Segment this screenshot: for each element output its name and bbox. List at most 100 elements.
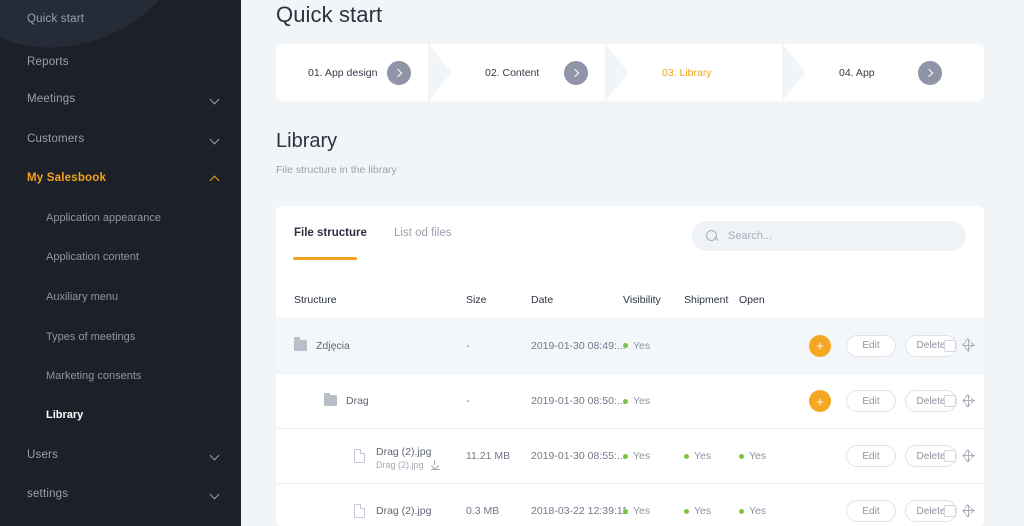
column-header-visibility: Visibility [623, 294, 661, 306]
sidebar-item-customers[interactable]: Customers [0, 126, 241, 152]
row-select-checkbox[interactable] [944, 339, 956, 352]
status-label: Yes [749, 505, 767, 517]
status-label: Yes [633, 395, 651, 407]
search-box[interactable] [692, 221, 966, 251]
status-dot-icon [739, 508, 744, 514]
file-download-row[interactable]: Drag (2).jpg [376, 460, 440, 470]
step-label: 02. Content [485, 66, 540, 79]
chevron-down-icon [210, 489, 221, 500]
folder-name: Zdjęcia [316, 339, 350, 352]
sidebar-subitem-library[interactable]: Library [0, 403, 241, 427]
status-dot-icon [684, 453, 689, 459]
step-label: 01. App design [308, 66, 378, 79]
row-drag-handle-icon[interactable] [961, 338, 976, 353]
status-label: Yes [694, 505, 712, 517]
sidebar-item-reports[interactable]: Reports [0, 49, 241, 75]
cell-size: 0.3 MB [466, 505, 500, 517]
sidebar-item-label: Customers [27, 133, 85, 145]
sidebar-item-quick-start[interactable]: Quick start [0, 6, 241, 32]
row-select-checkbox[interactable] [944, 450, 956, 462]
status-badge-open: Yes [739, 450, 766, 462]
chevron-right-icon[interactable] [387, 60, 411, 85]
status-label: Yes [749, 450, 767, 462]
status-dot-icon [623, 343, 628, 348]
table-row[interactable]: Drag (2).jpg 0.3 MB 2018-03-22 12:39:11 Yes… [276, 483, 984, 526]
step-divider-chevron [782, 43, 809, 102]
table-header: Structure Size Date Visibility Shipment Open [276, 262, 984, 318]
cell-date: 2019-01-30 08:49:... [531, 339, 626, 352]
status-badge-open: Yes [739, 505, 766, 517]
chevron-right-icon[interactable] [564, 60, 588, 85]
folder-icon [324, 392, 337, 406]
chevron-up-icon [210, 173, 221, 184]
library-subheading: File structure in the library [276, 164, 397, 176]
status-badge-visibility: Yes [623, 450, 650, 462]
download-icon[interactable] [430, 460, 440, 470]
sidebar-subitem-marketing-consents[interactable]: Marketing consents [0, 364, 241, 388]
sidebar-subitem-types-of-meetings[interactable]: Types of meetings [0, 325, 241, 349]
row-select-checkbox[interactable] [944, 505, 956, 517]
chevron-down-icon [210, 134, 221, 145]
file-icon [354, 449, 365, 463]
column-header-shipment: Shipment [684, 294, 729, 306]
step-label: 04. App [839, 66, 875, 79]
status-label: Yes [633, 505, 651, 517]
row-add-button[interactable]: + [809, 390, 831, 412]
status-label: Yes [633, 339, 651, 352]
folder-name: Drag [346, 395, 369, 407]
quick-start-steps: 01. App design 02. Content 03. Library 04. … [276, 43, 984, 102]
sidebar-item-label: My Salesbook [27, 172, 107, 184]
sidebar: Quick start Reports Meetings Customers My Sa… [0, 0, 241, 526]
row-edit-button[interactable]: Edit [846, 445, 896, 467]
tab-file-structure[interactable]: File structure [294, 227, 367, 239]
step-4[interactable]: 04. App [807, 44, 984, 101]
table-row[interactable]: Drag -2019-01-30 08:50:... Yes + Edit Delete [276, 373, 984, 428]
folder-icon [294, 337, 307, 351]
file-download-label: Drag (2).jpg [376, 460, 424, 470]
status-badge-shipment: Yes [684, 450, 711, 462]
file-icon [354, 504, 365, 518]
cell-size: - [466, 395, 470, 407]
step-1[interactable]: 01. App design [276, 43, 455, 102]
row-edit-button[interactable]: Edit [846, 334, 896, 357]
step-3[interactable]: 03. Library [630, 43, 809, 102]
sidebar-item-label: Reports [27, 56, 69, 68]
sidebar-subitem-label: Application appearance [46, 212, 161, 224]
sidebar-item-users[interactable]: Users [0, 442, 241, 468]
row-edit-button[interactable]: Edit [846, 390, 896, 412]
step-divider-chevron [605, 43, 632, 102]
chevron-down-icon [210, 450, 221, 461]
tab-list-of-files[interactable]: List od files [394, 227, 452, 239]
row-select-checkbox[interactable] [944, 395, 956, 407]
file-name: Drag (2).jpg [376, 505, 432, 517]
status-dot-icon [623, 398, 628, 404]
search-input[interactable] [728, 230, 928, 242]
column-header-structure: Structure [294, 294, 337, 306]
sidebar-item-settings[interactable]: settings [0, 481, 241, 507]
step-2[interactable]: 02. Content [453, 43, 632, 102]
status-badge-visibility: Yes [623, 340, 650, 352]
status-label: Yes [633, 450, 651, 462]
row-drag-handle-icon[interactable] [961, 503, 976, 518]
step-label: 03. Library [662, 66, 712, 79]
row-edit-button[interactable]: Edit [846, 500, 896, 522]
cell-size: 11.21 MB [466, 450, 511, 462]
sidebar-item-meetings[interactable]: Meetings [0, 86, 241, 112]
sidebar-subitem-auxiliary-menu[interactable]: Auxiliary menu [0, 285, 241, 309]
row-add-button[interactable]: + [809, 334, 831, 357]
sidebar-subitem-label: Auxiliary menu [46, 291, 119, 303]
row-drag-handle-icon[interactable] [961, 448, 976, 463]
row-drag-handle-icon[interactable] [961, 393, 976, 408]
sidebar-subitem-label: Types of meetings [46, 331, 136, 343]
cell-date: 2018-03-22 12:39:11 [531, 505, 628, 517]
sidebar-item-my-salesbook[interactable]: My Salesbook [0, 165, 241, 191]
sidebar-subitem-application-appearance[interactable]: Application appearance [0, 206, 241, 230]
status-badge-visibility: Yes [623, 395, 650, 407]
status-label: Yes [694, 450, 712, 462]
sidebar-subitem-application-content[interactable]: Application content [0, 245, 241, 269]
sidebar-subitem-label: Marketing consents [46, 370, 142, 382]
chevron-right-icon[interactable] [918, 60, 942, 85]
table-row[interactable]: Drag (2).jpg Drag (2).jpg 11.21 MB 2019-01-… [276, 428, 984, 483]
table-row[interactable]: Zdjęcia -2019-01-30 08:49:... Yes + Edit Dele… [276, 318, 984, 373]
sidebar-item-label: Meetings [27, 93, 76, 105]
